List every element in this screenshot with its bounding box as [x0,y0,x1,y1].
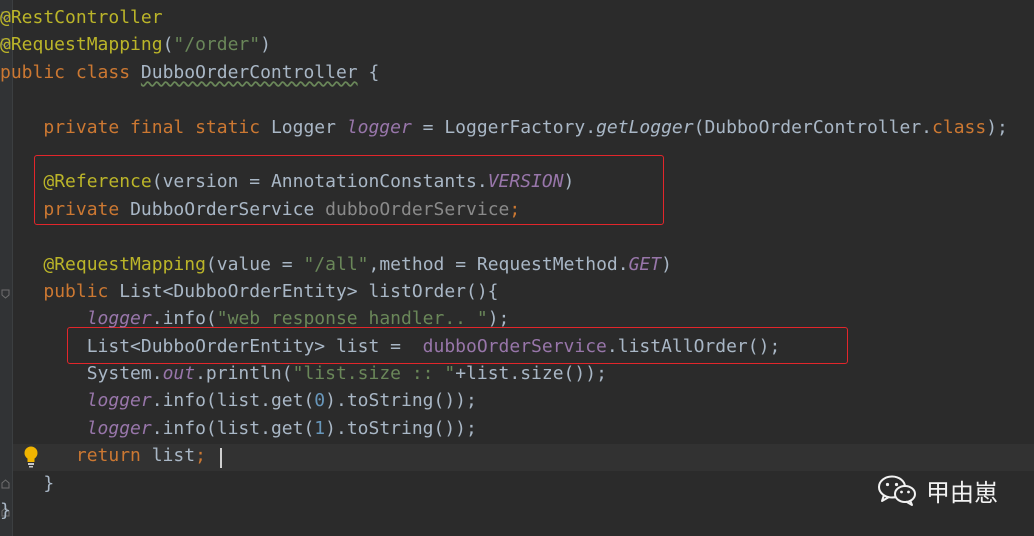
code-token: (value = [205,253,304,275]
code-token: Logger [270,116,347,138]
code-token: logger [86,308,152,330]
code-token: out [162,363,196,385]
code-token: .info(list.get( [151,390,315,412]
code-editor[interactable]: @RestController @RequestMapping("/order")… [0,0,1034,536]
code-line: @RequestMapping(value = "/all",method = … [0,251,1008,278]
code-text[interactable]: @RestController @RequestMapping("/order")… [0,4,1008,524]
code-token: dubboOrderService [422,335,607,357]
code-token: ); [986,116,1008,138]
code-token: = LoggerFactory. [411,116,597,138]
code-token: method = RequestMethod. [379,253,629,275]
code-line: } [0,497,1008,524]
code-token: @RequestMapping [43,253,206,275]
watermark: 甲由崽 [876,470,998,510]
code-token: DubboOrderService [130,198,326,220]
code-line: @Reference(version = AnnotationConstants… [0,168,1008,195]
code-token: 1 [314,417,326,439]
code-token: System. [86,363,163,385]
lightbulb-icon[interactable] [22,445,40,469]
code-token: .listAllOrder(); [606,335,781,357]
code-token: ; [195,445,206,467]
code-token: ) [661,253,672,275]
code-token: @RequestMapping [0,34,163,56]
code-line: public class DubboOrderController { [0,59,1008,86]
code-token: ).toString()); [325,417,477,439]
code-token: ( [162,34,174,56]
code-token: .info(list.get( [151,417,315,439]
code-token: logger [86,417,152,439]
code-token: , [368,253,380,275]
code-token: @RestController [0,7,163,28]
code-line: private final static Logger logger = Log… [0,114,1008,141]
code-token: "list.size :: " [292,363,456,385]
code-line: logger.info(list.get(1).toString()); [0,415,1008,442]
code-token: DubboOrderController [140,61,358,83]
text-caret [220,448,222,468]
code-line: logger.info("web response handler.. "); [0,305,1008,332]
code-line: logger.info(list.get(0).toString()); [0,387,1008,414]
code-token: "web response handler.. " [216,308,488,330]
code-token: 0 [314,390,326,412]
code-token: (DubboOrderController. [693,116,933,138]
code-token: return [75,445,152,467]
code-token: "/all" [303,253,369,275]
code-token: getLogger [596,116,694,138]
code-line: @RequestMapping("/order") [0,31,1008,58]
wechat-icon [878,475,916,506]
code-token: GET [628,253,662,275]
code-token: (version = AnnotationConstants. [151,171,488,193]
code-token: { [357,61,380,83]
code-token: } [0,500,11,522]
code-line: @RestController [0,4,1008,31]
code-token: private final static [43,116,271,138]
code-token: ).toString()); [325,390,477,412]
watermark-text: 甲由崽 [926,478,998,507]
code-line: return list; [0,442,1008,469]
code-token: List<DubboOrderEntity> listOrder(){ [119,280,499,302]
code-token: "/order" [173,34,261,56]
code-token: @Reference [43,171,152,193]
code-token: List<DubboOrderEntity> list = [86,335,423,357]
code-line: System.out.println("list.size :: "+list.… [0,360,1008,387]
code-token: VERSION [487,171,564,193]
code-token: class [932,116,987,138]
code-token: public class [0,61,141,83]
code-token: .info( [151,308,217,330]
code-token: logger [346,116,412,138]
code-token: list [151,445,196,467]
code-token: +list.size()); [455,363,607,385]
code-token: ); [487,308,510,330]
code-line: public List<DubboOrderEntity> listOrder(… [0,278,1008,305]
code-token: dubboOrderService [325,198,510,220]
code-token: logger [86,390,152,412]
code-token: ) [260,34,271,56]
code-line: } [0,470,1008,497]
code-token: .println( [195,363,293,385]
code-line: private DubboOrderService dubboOrderServ… [0,196,1008,223]
code-token: ) [563,171,575,193]
code-token: private [43,198,131,220]
code-token: ; [509,198,521,220]
code-token: public [43,280,120,302]
code-token: } [0,472,55,494]
code-line: List<DubboOrderEntity> list = dubboOrder… [0,333,1008,360]
